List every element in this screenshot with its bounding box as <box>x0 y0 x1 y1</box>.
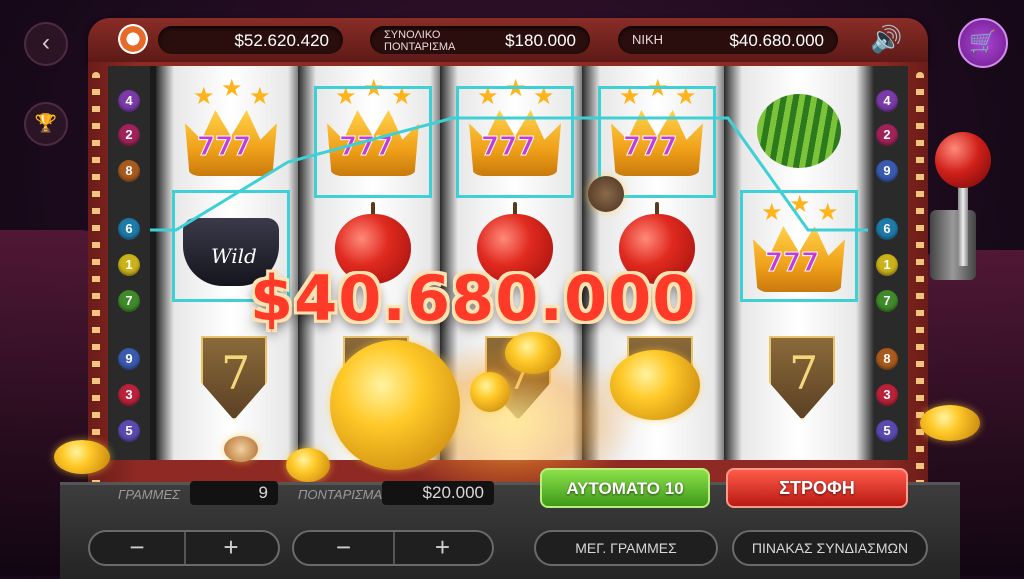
chip-icon <box>118 24 148 54</box>
total-bet-label-2: ΠΟΝΤΑΡΙΣΜΑ <box>384 41 456 53</box>
speaker-icon: 🔊 <box>870 24 903 54</box>
balance-display: $52.620.420 <box>158 26 343 54</box>
coin <box>470 372 510 412</box>
payline-path <box>150 116 868 232</box>
lines-label: ΓΡΑΜΜΕΣ <box>118 487 180 502</box>
speaker-button[interactable]: 🔊 <box>870 24 902 55</box>
coin <box>610 350 700 420</box>
max-lines-button[interactable]: ΜΕΓ. ΓΡΑΜΜΕΣ <box>534 530 718 566</box>
coin <box>505 332 561 374</box>
big-win-amount: $40.680.000 <box>250 262 697 335</box>
bet-field: $20.000 <box>382 481 494 505</box>
back-button[interactable]: ‹ <box>24 22 68 66</box>
paytable-button[interactable]: ΠΙΝΑΚΑΣ ΣΥΝΔΙΑΣΜΩΝ <box>732 530 928 566</box>
coin <box>286 448 330 482</box>
lever-rod <box>958 186 968 266</box>
bet-plus-button[interactable]: + <box>393 532 492 564</box>
bet-minus-button[interactable]: − <box>294 532 395 564</box>
coin <box>54 440 110 474</box>
spin-lever[interactable] <box>935 132 991 188</box>
bet-label: ΠΟΝΤΑΡΙΣΜΑ <box>298 487 383 502</box>
bet-stepper: − + <box>292 530 494 566</box>
trophy-icon: 🏆 <box>34 113 58 133</box>
auto-spin-button[interactable]: ΑΥΤΟΜΑΤΟ 10 <box>540 468 710 508</box>
balance-value: $52.620.420 <box>234 31 329 50</box>
coin <box>920 405 980 441</box>
back-icon: ‹ <box>42 29 50 56</box>
top-bar: $52.620.420 ΣΥΝΟΛΙΚΟ ΠΟΝΤΑΡΙΣΜΑ $180.000… <box>88 18 928 62</box>
lines-field: 9 <box>190 481 278 505</box>
win-display: ΝΙΚΗ $40.680.000 <box>618 26 838 54</box>
total-bet-display: ΣΥΝΟΛΙΚΟ ΠΟΝΤΑΡΙΣΜΑ $180.000 <box>370 26 590 54</box>
marquee-lights-right <box>916 72 924 512</box>
total-bet-value: $180.000 <box>505 31 576 50</box>
chip <box>224 436 258 462</box>
shop-button[interactable]: 🛒 <box>958 18 1008 68</box>
lines-stepper: − + <box>88 530 280 566</box>
win-label: ΝΙΚΗ <box>632 32 664 47</box>
cart-icon: 🛒 <box>969 29 997 54</box>
total-bet-label-1: ΣΥΝΟΛΙΚΟ <box>384 29 441 41</box>
lines-plus-button[interactable]: + <box>184 532 278 564</box>
lines-minus-button[interactable]: − <box>90 532 186 564</box>
win-value: $40.680.000 <box>729 31 824 50</box>
chip <box>588 176 624 212</box>
coin <box>330 340 460 470</box>
lever-base <box>930 210 976 280</box>
spin-button[interactable]: ΣΤΡΟΦΗ <box>726 468 908 508</box>
trophy-button[interactable]: 🏆 <box>24 102 68 146</box>
